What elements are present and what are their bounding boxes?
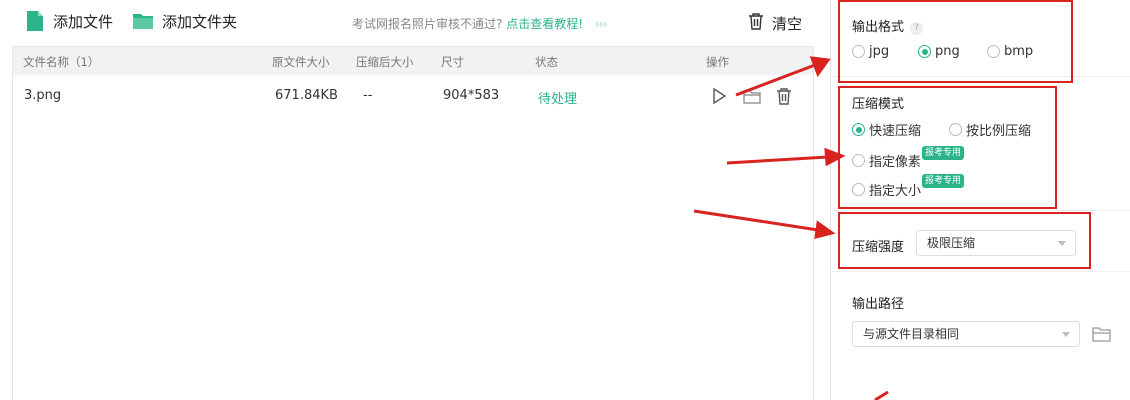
annotation-arrows <box>693 56 889 400</box>
annotation-arrow <box>735 56 831 97</box>
annotation-arrow <box>726 147 846 167</box>
annotation-arrow <box>874 390 889 400</box>
annotation-arrow <box>693 209 836 239</box>
